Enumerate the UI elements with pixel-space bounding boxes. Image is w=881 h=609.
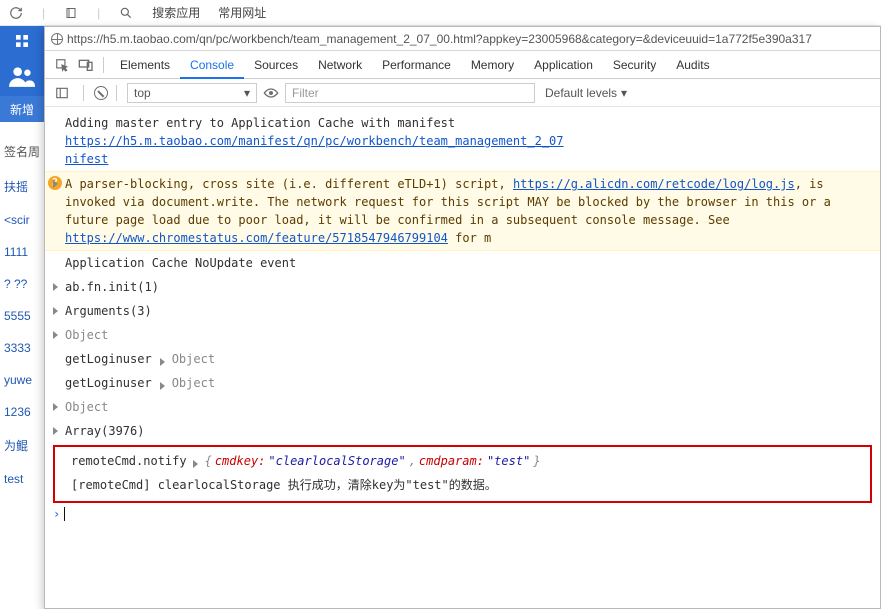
tab-application[interactable]: Application	[524, 51, 603, 79]
console-log-row: Object	[45, 323, 880, 347]
console-log-row: Adding master entry to Application Cache…	[45, 111, 880, 171]
console-log-row: remoteCmd.notify {cmdkey: "clearlocalSto…	[59, 449, 866, 473]
reload-icon[interactable]	[8, 5, 24, 21]
console-log-row: Application Cache NoUpdate event	[45, 251, 880, 275]
console-prompt[interactable]: ›	[45, 505, 880, 523]
filter-input[interactable]: Filter	[285, 83, 535, 103]
console-log-row: [remoteCmd] clearlocalStorage 执行成功，清除key…	[59, 473, 866, 497]
console-body: Adding master entry to Application Cache…	[45, 107, 880, 608]
clear-console-icon[interactable]	[94, 86, 108, 100]
log-level-select[interactable]: Default levels ▾	[541, 83, 631, 103]
sidebar-toggle-icon[interactable]	[51, 82, 73, 104]
add-button[interactable]: 新增	[0, 96, 44, 122]
freq-sites-label[interactable]: 常用网址	[218, 4, 266, 21]
tab-performance[interactable]: Performance	[372, 51, 461, 79]
text-caret	[64, 507, 65, 521]
expand-icon[interactable]	[53, 307, 58, 315]
expand-icon[interactable]	[193, 460, 198, 468]
expand-icon[interactable]	[53, 403, 58, 411]
sidebar-link[interactable]: yuwe	[0, 364, 44, 396]
expand-icon[interactable]	[160, 382, 165, 390]
inspect-icon[interactable]	[51, 54, 73, 76]
console-log-row: ab.fn.init(1)	[45, 275, 880, 299]
sidebar-link[interactable]: 1111	[0, 236, 44, 268]
console-log-row: getLoginuser Object	[45, 371, 880, 395]
tab-console[interactable]: Console	[180, 51, 244, 79]
search-icon[interactable]	[118, 5, 134, 21]
warn-script-link[interactable]: https://g.alicdn.com/retcode/log/log.js	[513, 177, 795, 191]
devtools-window: https://h5.m.taobao.com/qn/pc/workbench/…	[44, 26, 881, 609]
console-warning-row: 2 A parser-blocking, cross site (i.e. di…	[45, 171, 880, 251]
sidebar-link[interactable]: 5555	[0, 300, 44, 332]
context-value: top	[134, 86, 151, 100]
console-log-row: Arguments(3)	[45, 299, 880, 323]
expand-icon[interactable]	[53, 331, 58, 339]
live-expression-icon[interactable]	[263, 87, 279, 99]
bookmark-icon[interactable]	[63, 5, 79, 21]
tab-audits[interactable]: Audits	[666, 51, 719, 79]
sidebar-link[interactable]: test	[0, 463, 44, 495]
sidebar-link[interactable]: ? ??	[0, 268, 44, 300]
tab-sources[interactable]: Sources	[244, 51, 308, 79]
search-apps-label[interactable]: 搜索应用	[152, 4, 200, 21]
app-sidebar: 新增 签名周扶摇<scir1111? ??55553333yuwe1236为鲲t…	[0, 26, 44, 609]
console-log-row: Array(3976)	[45, 419, 880, 443]
expand-icon[interactable]	[53, 283, 58, 291]
devtools-tabs: ElementsConsoleSourcesNetworkPerformance…	[45, 51, 880, 79]
console-filter-bar: top ▾ Filter Default levels ▾	[45, 79, 880, 107]
apps-grid-icon[interactable]	[0, 26, 44, 56]
device-toggle-icon[interactable]	[75, 54, 97, 76]
devtools-url: https://h5.m.taobao.com/qn/pc/workbench/…	[67, 32, 812, 46]
console-log-row: Object	[45, 395, 880, 419]
manifest-link[interactable]: https://h5.m.taobao.com/manifest/qn/pc/w…	[65, 134, 564, 148]
users-icon[interactable]	[0, 56, 44, 96]
chevron-down-icon: ▾	[244, 86, 250, 100]
sidebar-link[interactable]: 为鲲	[0, 428, 44, 463]
prompt-chevron-icon: ›	[53, 507, 60, 521]
sidebar-link[interactable]: 扶摇	[0, 169, 44, 204]
expand-icon[interactable]	[160, 358, 165, 366]
tab-security[interactable]: Security	[603, 51, 666, 79]
tab-network[interactable]: Network	[308, 51, 372, 79]
globe-icon	[51, 33, 63, 45]
level-value: Default levels	[545, 86, 617, 100]
context-select[interactable]: top ▾	[127, 83, 257, 103]
sidebar-link[interactable]: 签名周	[0, 134, 44, 169]
expand-icon[interactable]	[53, 180, 58, 188]
sidebar-link[interactable]: 3333	[0, 332, 44, 364]
warn-feature-link[interactable]: https://www.chromestatus.com/feature/571…	[65, 231, 448, 245]
console-log-row: getLoginuser Object	[45, 347, 880, 371]
sidebar-link[interactable]: 1236	[0, 396, 44, 428]
tab-memory[interactable]: Memory	[461, 51, 524, 79]
chevron-down-icon: ▾	[621, 86, 627, 100]
browser-toolbar: | | 搜索应用 常用网址	[0, 0, 881, 26]
tab-elements[interactable]: Elements	[110, 51, 180, 79]
expand-icon[interactable]	[53, 427, 58, 435]
devtools-url-bar: https://h5.m.taobao.com/qn/pc/workbench/…	[45, 27, 880, 51]
remote-cmd-highlight: remoteCmd.notify {cmdkey: "clearlocalSto…	[53, 445, 872, 503]
sidebar-link[interactable]: <scir	[0, 204, 44, 236]
